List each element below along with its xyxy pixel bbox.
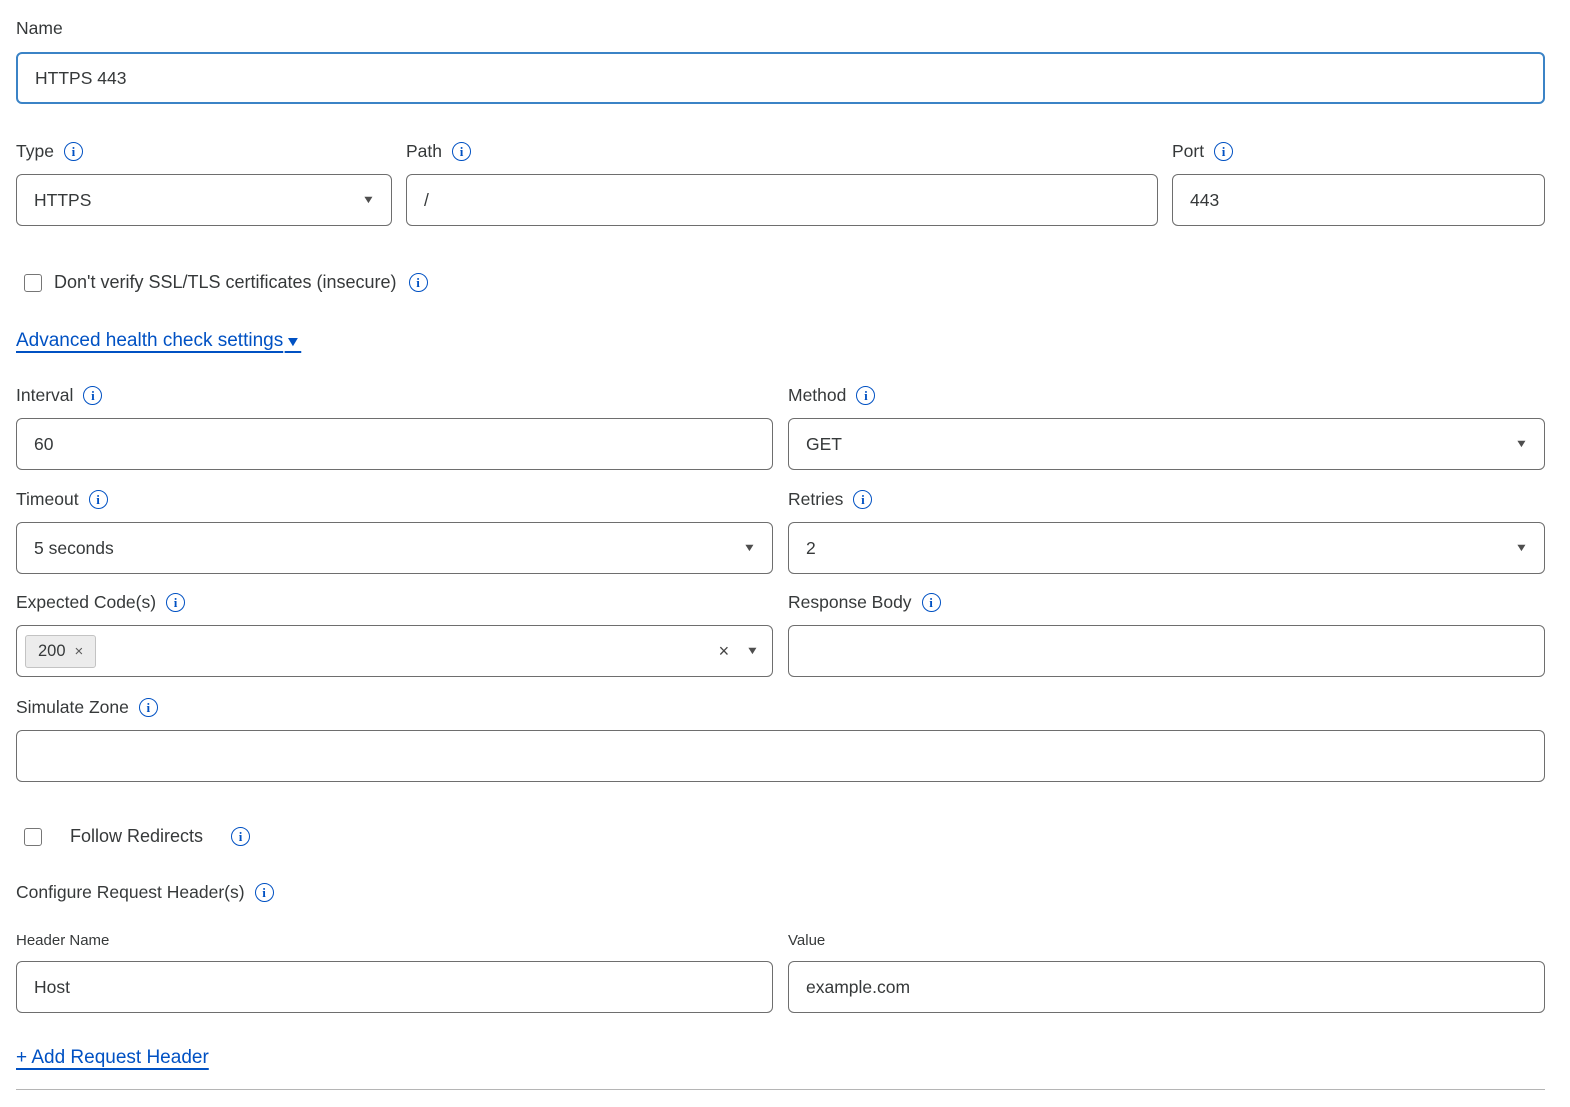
chevron-down-icon: ▼ bbox=[743, 543, 757, 554]
port-input[interactable] bbox=[1172, 174, 1545, 226]
chevron-down-icon: ▼ bbox=[362, 195, 376, 206]
follow-redirects-row: Follow Redirects i bbox=[16, 826, 1545, 847]
caret-down-icon: ▼ bbox=[285, 333, 302, 349]
method-label: Method bbox=[788, 385, 846, 406]
simulate-zone-input[interactable] bbox=[16, 730, 1545, 782]
response-body-label: Response Body bbox=[788, 592, 912, 613]
header-value-input[interactable] bbox=[788, 961, 1545, 1013]
interval-label: Interval bbox=[16, 385, 73, 406]
type-select[interactable]: HTTPS ▼ bbox=[16, 174, 392, 226]
header-value-column-label: Value bbox=[788, 932, 825, 949]
port-info-icon[interactable]: i bbox=[1214, 142, 1233, 161]
follow-redirects-info-icon[interactable]: i bbox=[231, 827, 250, 846]
expected-codes-info-icon[interactable]: i bbox=[166, 593, 185, 612]
follow-redirects-checkbox[interactable] bbox=[24, 828, 42, 846]
retries-select-value: 2 bbox=[806, 538, 816, 559]
follow-redirects-label: Follow Redirects bbox=[70, 826, 203, 847]
section-divider bbox=[16, 1089, 1545, 1090]
retries-info-icon[interactable]: i bbox=[853, 490, 872, 509]
clear-all-icon[interactable]: × bbox=[719, 642, 730, 660]
add-request-header-link[interactable]: + Add Request Header bbox=[16, 1047, 209, 1069]
ssl-verify-info-icon[interactable]: i bbox=[409, 273, 428, 292]
chevron-down-icon: ▼ bbox=[1515, 543, 1529, 554]
port-label: Port bbox=[1172, 141, 1204, 162]
request-headers-label: Configure Request Header(s) bbox=[16, 882, 245, 903]
expected-codes-label: Expected Code(s) bbox=[16, 592, 156, 613]
health-check-form: Name Type i HTTPS ▼ Path i Port i bbox=[16, 0, 1545, 1090]
retries-label: Retries bbox=[788, 489, 843, 510]
method-select-value: GET bbox=[806, 434, 842, 455]
advanced-settings-link[interactable]: Advanced health check settings ▼ bbox=[16, 330, 300, 352]
header-name-column-label: Header Name bbox=[16, 932, 109, 949]
timeout-select-value: 5 seconds bbox=[34, 538, 114, 559]
path-input[interactable] bbox=[406, 174, 1158, 226]
simulate-zone-section: Simulate Zone i bbox=[16, 697, 1545, 782]
timeout-label: Timeout bbox=[16, 489, 79, 510]
retries-select[interactable]: 2 ▼ bbox=[788, 522, 1545, 574]
ssl-verify-checkbox[interactable] bbox=[24, 274, 42, 292]
method-select[interactable]: GET ▼ bbox=[788, 418, 1545, 470]
type-path-port-row: Type i HTTPS ▼ Path i Port i bbox=[16, 141, 1545, 226]
codes-body-row: Expected Code(s) i 200 × × ▼ Response Bo… bbox=[16, 592, 1545, 677]
path-label: Path bbox=[406, 141, 442, 162]
type-info-icon[interactable]: i bbox=[64, 142, 83, 161]
type-label: Type bbox=[16, 141, 54, 162]
advanced-settings-link-label: Advanced health check settings bbox=[16, 330, 283, 352]
request-header-row: Header Name Value bbox=[16, 932, 1545, 1013]
method-info-icon[interactable]: i bbox=[856, 386, 875, 405]
request-headers-info-icon[interactable]: i bbox=[255, 883, 274, 902]
expected-code-chip-value: 200 bbox=[38, 642, 66, 661]
ssl-verify-checkbox-row: Don't verify SSL/TLS certificates (insec… bbox=[16, 272, 1545, 293]
name-input[interactable] bbox=[16, 52, 1545, 104]
timeout-retries-row: Timeout i 5 seconds ▼ Retries i 2 ▼ bbox=[16, 489, 1545, 574]
simulate-zone-label: Simulate Zone bbox=[16, 697, 129, 718]
expected-codes-multiselect[interactable]: 200 × × ▼ bbox=[16, 625, 773, 677]
simulate-zone-info-icon[interactable]: i bbox=[139, 698, 158, 717]
chevron-down-icon: ▼ bbox=[746, 646, 760, 657]
chevron-down-icon: ▼ bbox=[1515, 439, 1529, 450]
response-body-input[interactable] bbox=[788, 625, 1545, 677]
interval-input[interactable] bbox=[16, 418, 773, 470]
header-name-input[interactable] bbox=[16, 961, 773, 1013]
timeout-info-icon[interactable]: i bbox=[89, 490, 108, 509]
add-request-header-link-label: + Add Request Header bbox=[16, 1047, 209, 1069]
type-select-value: HTTPS bbox=[34, 190, 91, 211]
timeout-select[interactable]: 5 seconds ▼ bbox=[16, 522, 773, 574]
name-label: Name bbox=[16, 18, 63, 39]
expected-code-chip: 200 × bbox=[25, 635, 96, 668]
interval-method-row: Interval i Method i GET ▼ bbox=[16, 385, 1545, 470]
response-body-info-icon[interactable]: i bbox=[922, 593, 941, 612]
chip-remove-icon[interactable]: × bbox=[75, 644, 84, 659]
interval-info-icon[interactable]: i bbox=[83, 386, 102, 405]
ssl-verify-label: Don't verify SSL/TLS certificates (insec… bbox=[54, 272, 397, 293]
path-info-icon[interactable]: i bbox=[452, 142, 471, 161]
